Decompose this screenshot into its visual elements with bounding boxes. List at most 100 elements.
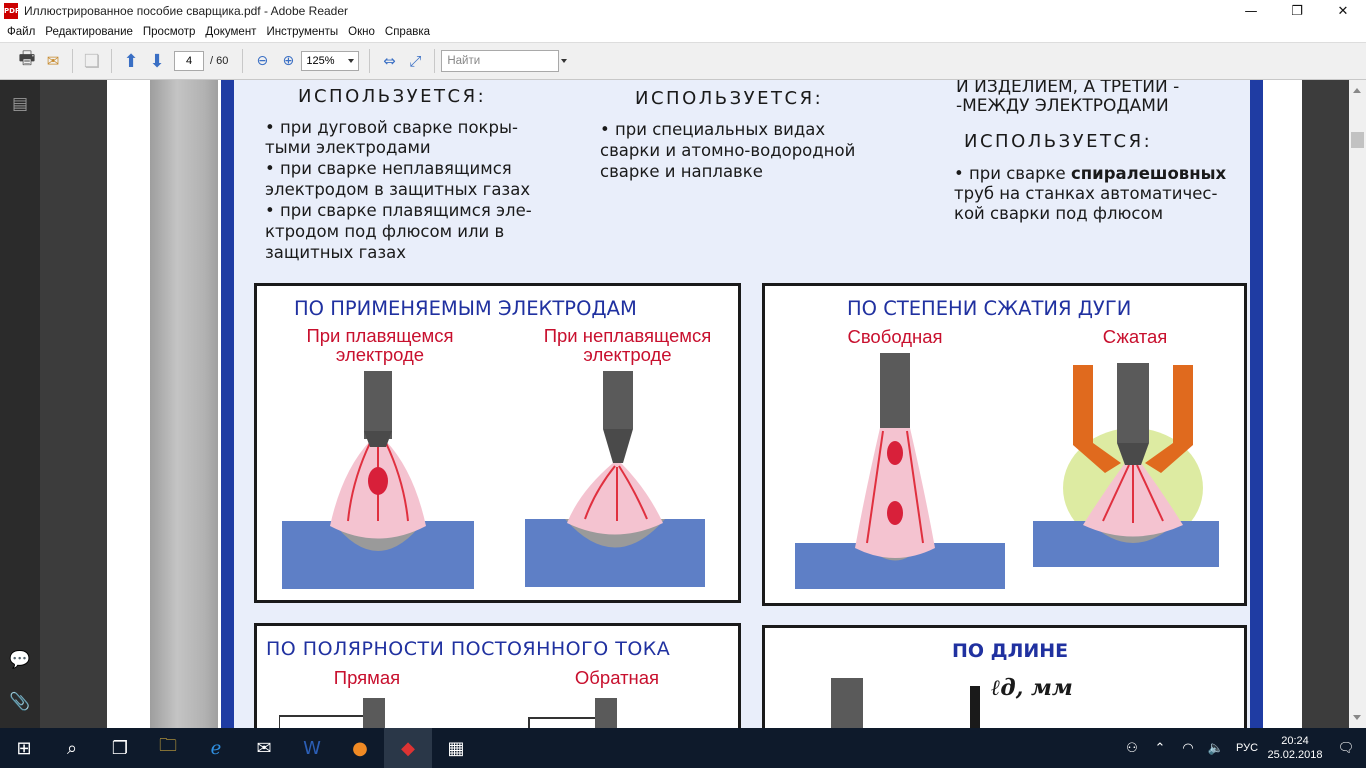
zoom-out-icon[interactable]: ⊖ <box>249 48 275 74</box>
panel-label: электроде <box>335 344 425 365</box>
navigation-panel: ▤ 💬 📎 <box>0 80 40 728</box>
col2-line: • при специальных видах <box>600 120 826 139</box>
email-icon[interactable]: ✉ <box>40 48 66 74</box>
firefox-icon[interactable]: ● <box>336 728 384 768</box>
col3-line: • при сварке спиралешовных <box>954 164 1227 183</box>
find-options-icon[interactable] <box>559 50 569 72</box>
col1-line: электродом в защитных газах <box>265 180 531 199</box>
panel-title: ПО СТЕПЕНИ СЖАТИЯ ДУГИ <box>847 297 1132 320</box>
next-page-icon[interactable]: ⬇ <box>144 48 170 74</box>
panel-title: ПО ДЛИНЕ <box>952 640 1069 662</box>
print-icon[interactable]: 🖶 <box>14 48 40 74</box>
file-explorer-icon[interactable]: 🗀 <box>144 728 192 768</box>
col1-header: ИСПОЛЬЗУЕТСЯ: <box>298 86 487 107</box>
comments-icon[interactable]: 💬 <box>9 650 31 672</box>
col2-line: сварке и наплавке <box>600 162 763 181</box>
input-language[interactable]: РУС <box>1230 742 1264 754</box>
col1-line: • при сварке плавящимся эле- <box>265 201 532 220</box>
menu-bar: Файл Редактирование Просмотр Документ Ин… <box>0 22 1366 42</box>
people-icon[interactable]: ⚇ <box>1118 741 1146 756</box>
panel-label: Прямая <box>333 667 401 688</box>
zoom-select[interactable]: 125% <box>301 51 360 71</box>
pages-panel-icon[interactable]: ▤ <box>9 94 31 116</box>
menu-edit[interactable]: Редактирование <box>40 26 138 38</box>
panel-label: Обратная <box>574 667 660 688</box>
panel-length: ПО ДЛИНЕ ℓд, мм <box>762 625 1247 728</box>
length-symbol: ℓд, мм <box>991 675 1073 701</box>
network-icon[interactable]: ◠ <box>1174 741 1202 756</box>
panel-label: Сжатая <box>1102 326 1168 347</box>
close-icon[interactable]: ✕ <box>1320 0 1366 22</box>
attachments-icon[interactable]: 📎 <box>9 692 31 714</box>
volume-icon[interactable]: 🔈 <box>1202 741 1230 756</box>
window-title: Иллюстрированное пособие сварщика.pdf - … <box>24 4 349 18</box>
panel-compression: ПО СТЕПЕНИ СЖАТИЯ ДУГИ Свободная Сжатая <box>762 283 1247 606</box>
mail-icon[interactable]: ✉ <box>240 728 288 768</box>
pdf-app-icon: PDF <box>4 3 20 19</box>
adobe-reader-taskbar-icon[interactable]: ◆ <box>384 728 432 768</box>
page-total: / 60 <box>210 55 229 67</box>
fit-page-icon[interactable]: ⤢ <box>402 48 428 74</box>
menu-help[interactable]: Справка <box>380 26 435 38</box>
panel-label: Свободная <box>847 326 943 347</box>
scroll-down-icon[interactable] <box>1353 715 1361 724</box>
word-icon[interactable]: W <box>288 728 336 768</box>
panel-label: При неплавящемся <box>543 325 712 346</box>
col1-line: • при сварке неплавящимся <box>265 159 512 178</box>
nonconsumable-electrode-illustration <box>525 371 705 587</box>
maximize-icon[interactable]: ❐ <box>1274 0 1320 22</box>
scroll-up-icon[interactable] <box>1353 84 1361 93</box>
panel-title: ПО ПРИМЕНЯЕМЫМ ЭЛЕКТРОДАМ <box>294 297 637 320</box>
collaborate-icon: ❏ <box>83 50 101 72</box>
col3-line: труб на станках автоматичес- <box>954 184 1218 203</box>
start-windows-icon[interactable]: ⊞ <box>0 728 48 768</box>
free-arc-illustration <box>795 353 1005 589</box>
clock-time: 20:24 <box>1281 735 1309 747</box>
menu-window[interactable]: Окно <box>343 26 380 38</box>
panel-label: электроде <box>583 344 672 365</box>
length-illustration <box>831 678 980 728</box>
zoom-in-icon[interactable]: ⊕ <box>275 48 301 74</box>
menu-view[interactable]: Просмотр <box>138 26 201 38</box>
search-icon[interactable]: ⌕ <box>48 728 96 768</box>
col3-top-line: -МЕЖДУ ЭЛЕКТРОДАМИ <box>956 96 1169 116</box>
notifications-icon[interactable]: 🗨 <box>1326 741 1366 756</box>
col3-line: кой сварки под флюсом <box>954 204 1164 223</box>
toolbar-separator <box>72 49 73 73</box>
calculator-icon[interactable]: ▦ <box>432 728 480 768</box>
system-tray: ⚇ ⌃ ◠ 🔈 РУС 20:24 25.02.2018 🗨 <box>1118 728 1366 768</box>
toolbar: 🖶 ✉ ❏ ⬆ ⬇ 4 / 60 ⊖ ⊕ 125% ⇔ ⤢ Найти <box>0 42 1366 80</box>
clock[interactable]: 20:24 25.02.2018 <box>1264 734 1326 762</box>
toolbar-separator <box>242 49 244 73</box>
col1-line: тыми электродами <box>265 138 431 157</box>
vertical-scrollbar[interactable] <box>1349 80 1366 728</box>
edge-browser-icon[interactable]: ℯ <box>192 728 240 768</box>
tray-expand-icon[interactable]: ⌃ <box>1146 741 1174 756</box>
fit-width-icon[interactable]: ⇔ <box>376 48 402 74</box>
col1-line: ктродом под флюсом или в <box>265 222 505 241</box>
col1-line: защитных газах <box>265 243 407 262</box>
minimize-icon[interactable]: — <box>1228 0 1274 22</box>
col1-line: • при дуговой сварке покры- <box>265 118 518 137</box>
col2-line: сварки и атомно-водородной <box>600 141 856 160</box>
menu-document[interactable]: Документ <box>200 26 261 38</box>
compressed-arc-illustration <box>1033 363 1219 567</box>
panel-title: ПО ПОЛЯРНОСТИ ПОСТОЯННОГО ТОКА <box>266 638 671 660</box>
pdf-page: ИСПОЛЬЗУЕТСЯ: • при дуговой сварке покры… <box>107 80 1302 728</box>
polarity-illustration <box>279 698 617 728</box>
previous-page-icon[interactable]: ⬆ <box>118 48 144 74</box>
menu-tools[interactable]: Инструменты <box>261 26 343 38</box>
col2-header: ИСПОЛЬЗУЕТСЯ: <box>635 88 824 109</box>
toolbar-separator <box>111 49 112 73</box>
document-viewer[interactable]: ИСПОЛЬЗУЕТСЯ: • при дуговой сварке покры… <box>40 80 1366 728</box>
consumable-electrode-illustration <box>282 371 474 589</box>
panel-label: При плавящемся <box>306 325 454 346</box>
col3-header: ИСПОЛЬЗУЕТСЯ: <box>964 131 1153 152</box>
page-number-input[interactable]: 4 <box>174 51 204 71</box>
panel-electrodes: ПО ПРИМЕНЯЕМЫМ ЭЛЕКТРОДАМ При плавящемся… <box>254 283 741 603</box>
scrollbar-thumb[interactable] <box>1351 132 1364 148</box>
menu-file[interactable]: Файл <box>2 26 40 38</box>
col3-top-line: И ИЗДЕЛИЕМ, А ТРЕТИЙ - <box>956 80 1180 97</box>
find-input[interactable]: Найти <box>441 50 560 72</box>
task-view-icon[interactable]: ❐ <box>96 728 144 768</box>
